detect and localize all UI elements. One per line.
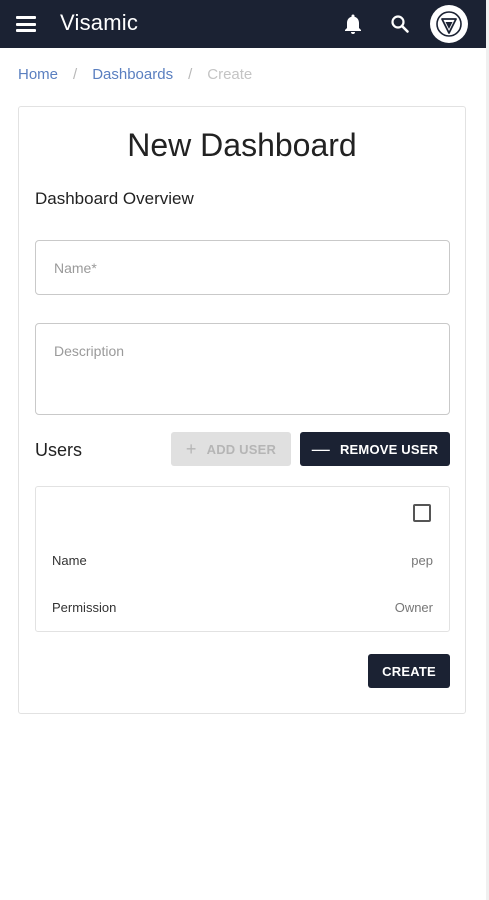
remove-user-button[interactable]: — REMOVE USER <box>300 432 450 466</box>
user-select-checkbox[interactable] <box>413 504 431 522</box>
user-name-label: Name <box>52 553 87 568</box>
top-app-bar: Visamic <box>0 0 489 48</box>
create-label: CREATE <box>382 663 436 679</box>
breadcrumb-separator: / <box>188 66 193 83</box>
minus-icon: — <box>311 439 330 459</box>
breadcrumb-dashboards[interactable]: Dashboards <box>92 66 173 83</box>
users-label: Users <box>35 440 83 460</box>
breadcrumb-separator: / <box>73 66 78 83</box>
user-name-value: pep <box>411 553 433 568</box>
bell-icon[interactable] <box>341 12 365 36</box>
breadcrumb: Home / Dashboards / Create <box>18 66 252 83</box>
name-placeholder: Name* <box>54 260 97 276</box>
page-title: New Dashboard <box>127 127 357 163</box>
logo-icon <box>436 11 462 37</box>
app-title: Visamic <box>60 10 139 35</box>
create-button[interactable]: CREATE <box>368 654 450 688</box>
breadcrumb-home[interactable]: Home <box>18 66 58 83</box>
remove-user-label: REMOVE USER <box>339 441 439 457</box>
search-icon[interactable] <box>388 12 412 36</box>
breadcrumb-current: Create <box>207 66 253 83</box>
hamburger-icon[interactable] <box>16 16 36 32</box>
plus-icon: + <box>185 439 197 459</box>
section-title: Dashboard Overview <box>35 189 194 208</box>
dashboard-form-card: New Dashboard Dashboard Overview Name* D… <box>18 106 466 714</box>
description-placeholder: Description <box>54 343 125 359</box>
user-permission-label: Permission <box>52 600 117 615</box>
add-user-button[interactable]: + ADD USER <box>171 432 291 466</box>
user-permission-value: Owner <box>394 600 433 615</box>
description-field[interactable]: Description <box>35 323 450 415</box>
user-entry-card: Name pep Permission Owner <box>35 486 450 632</box>
add-user-label: ADD USER <box>206 441 277 457</box>
name-field[interactable]: Name* <box>35 240 450 295</box>
avatar[interactable] <box>430 5 468 43</box>
